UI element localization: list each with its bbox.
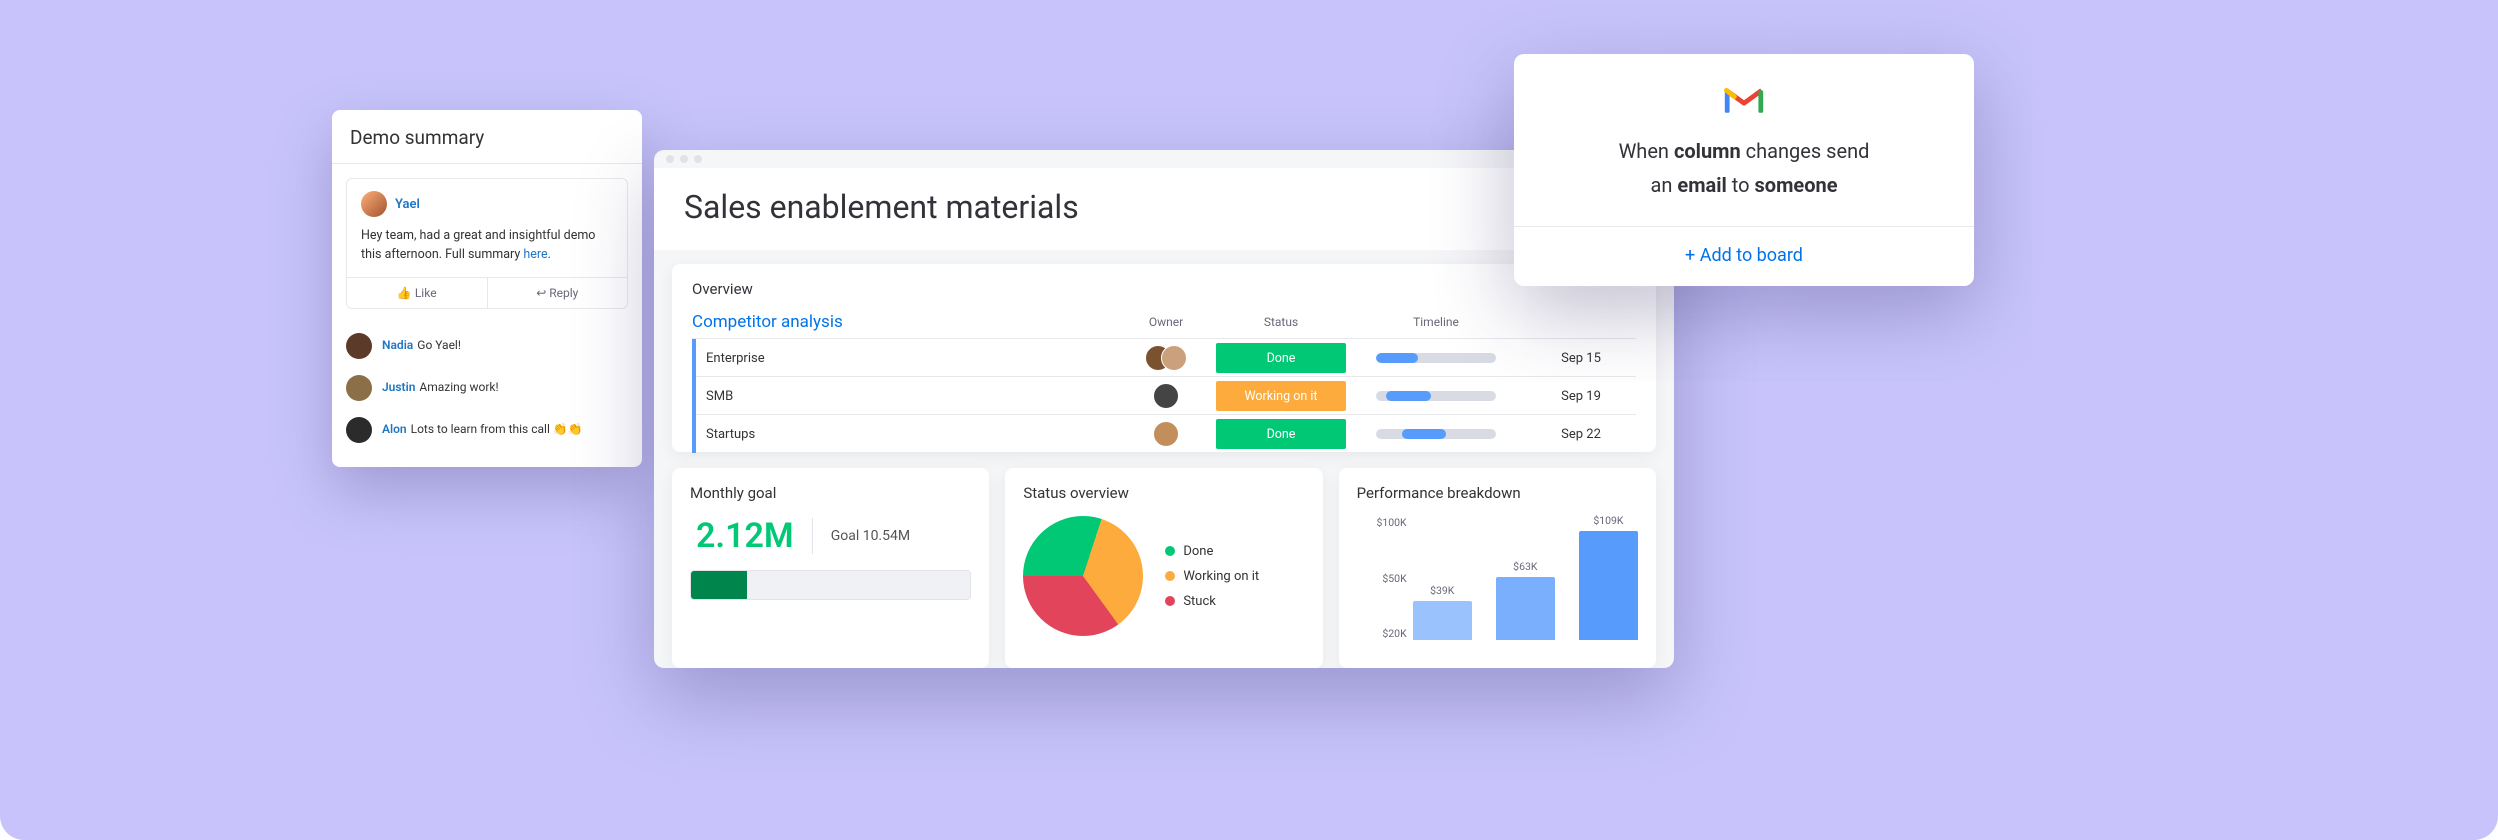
bar: $39K — [1413, 584, 1472, 640]
performance-breakdown-widget: Performance breakdown $100K $50K $20K $3… — [1339, 468, 1656, 668]
comment-author[interactable]: Nadia — [382, 338, 413, 352]
pie-chart — [1023, 516, 1143, 636]
recipe-sentence: When column changes send an email to som… — [1544, 134, 1944, 226]
bar: $63K — [1496, 560, 1555, 640]
comment-text: Lots to learn from this call 👏👏 — [411, 422, 583, 436]
like-button[interactable]: 👍 Like — [347, 278, 488, 308]
avatar — [346, 375, 372, 401]
avatar — [346, 333, 372, 359]
y-tick: $50K — [1357, 572, 1407, 585]
status-overview-widget: Status overview Done Working on it Stuck — [1005, 468, 1322, 668]
timeline-cell[interactable] — [1356, 429, 1516, 439]
demo-summary-card: Demo summary Yael Hey team, had a great … — [332, 110, 642, 467]
bar-value-label: $39K — [1430, 584, 1454, 597]
add-to-board-button[interactable]: + Add to board — [1544, 227, 1944, 286]
avatar — [361, 191, 387, 217]
column-header-timeline: Timeline — [1356, 315, 1516, 329]
recipe-token-email[interactable]: email — [1677, 173, 1726, 197]
monthly-goal-widget: Monthly goal 2.12M Goal 10.54M — [672, 468, 989, 668]
date-cell[interactable]: Sep 22 — [1526, 427, 1636, 442]
y-tick: $100K — [1357, 516, 1407, 529]
bar: $109K — [1579, 514, 1638, 640]
thumbs-up-icon: 👍 — [397, 286, 415, 300]
date-cell[interactable]: Sep 15 — [1526, 351, 1636, 366]
owner-cell[interactable] — [1126, 421, 1206, 447]
page-title: Sales enablement materials — [684, 188, 1644, 226]
widget-title: Performance breakdown — [1357, 484, 1638, 502]
reply-icon: ↩ — [536, 286, 549, 300]
group-title[interactable]: Competitor analysis — [692, 312, 1116, 332]
comments-list: Nadia Go Yael! Justin Amazing work! Alon Lo… — [332, 321, 642, 467]
table-row[interactable]: Startups Done Sep 22 — [692, 414, 1636, 452]
progress-bar — [690, 570, 971, 600]
traffic-light-icon — [666, 155, 674, 163]
recipe-token-column[interactable]: column — [1674, 139, 1741, 163]
timeline-cell[interactable] — [1356, 353, 1516, 363]
overview-label: Overview — [692, 280, 1636, 298]
gmail-icon — [1723, 84, 1765, 116]
avatar — [1153, 421, 1179, 447]
bar-value-label: $109K — [1593, 514, 1623, 527]
avatar — [1161, 345, 1187, 371]
traffic-light-icon — [694, 155, 702, 163]
owner-cell[interactable] — [1126, 345, 1206, 371]
comment-author[interactable]: Alon — [382, 422, 407, 436]
y-tick: $20K — [1357, 627, 1407, 640]
comment-text: Go Yael! — [417, 338, 461, 352]
status-cell[interactable]: Done — [1216, 419, 1346, 449]
recipe-token-someone[interactable]: someone — [1755, 173, 1838, 197]
comment-author[interactable]: Justin — [382, 380, 415, 394]
comment-item[interactable]: Nadia Go Yael! — [346, 325, 628, 367]
widget-title: Monthly goal — [690, 484, 971, 502]
pie-legend: Done Working on it Stuck — [1165, 544, 1259, 609]
avatar — [346, 417, 372, 443]
post-author[interactable]: Yael — [395, 197, 420, 212]
timeline-cell[interactable] — [1356, 391, 1516, 401]
owner-cell[interactable] — [1126, 383, 1206, 409]
widget-title: Status overview — [1023, 484, 1304, 502]
bar-chart: $100K $50K $20K $39K $63K $109K — [1357, 516, 1638, 656]
reply-button[interactable]: ↩ Reply — [488, 278, 628, 308]
item-name: Startups — [706, 427, 755, 442]
comment-item[interactable]: Alon Lots to learn from this call 👏👏 — [346, 409, 628, 451]
avatar — [1153, 383, 1179, 409]
column-header-owner: Owner — [1126, 315, 1206, 329]
legend-item: Working on it — [1165, 569, 1259, 584]
monthly-goal-target: Goal 10.54M — [831, 528, 910, 544]
legend-item: Stuck — [1165, 594, 1259, 609]
update-post: Yael Hey team, had a great and insightfu… — [346, 178, 628, 309]
status-cell[interactable]: Done — [1216, 343, 1346, 373]
item-name: SMB — [706, 389, 733, 404]
board-widget: Overview Competitor analysis Owner Statu… — [672, 264, 1656, 452]
post-body-text: Hey team, had a great and insightful dem… — [361, 227, 613, 265]
column-header-status: Status — [1216, 315, 1346, 329]
table-row[interactable]: SMB Working on it Sep 19 — [692, 376, 1636, 414]
monthly-goal-value: 2.12M — [696, 516, 794, 556]
comment-text: Amazing work! — [419, 380, 498, 394]
legend-item: Done — [1165, 544, 1259, 559]
table-row[interactable]: Enterprise Done Sep 15 — [692, 338, 1636, 376]
status-cell[interactable]: Working on it — [1216, 381, 1346, 411]
item-name: Enterprise — [706, 351, 765, 366]
date-cell[interactable]: Sep 19 — [1526, 389, 1636, 404]
demo-summary-title: Demo summary — [332, 110, 642, 164]
automation-recipe-card: When column changes send an email to som… — [1514, 54, 1974, 286]
comment-item[interactable]: Justin Amazing work! — [346, 367, 628, 409]
bar-value-label: $63K — [1513, 560, 1537, 573]
traffic-light-icon — [680, 155, 688, 163]
post-link[interactable]: here — [523, 247, 547, 262]
